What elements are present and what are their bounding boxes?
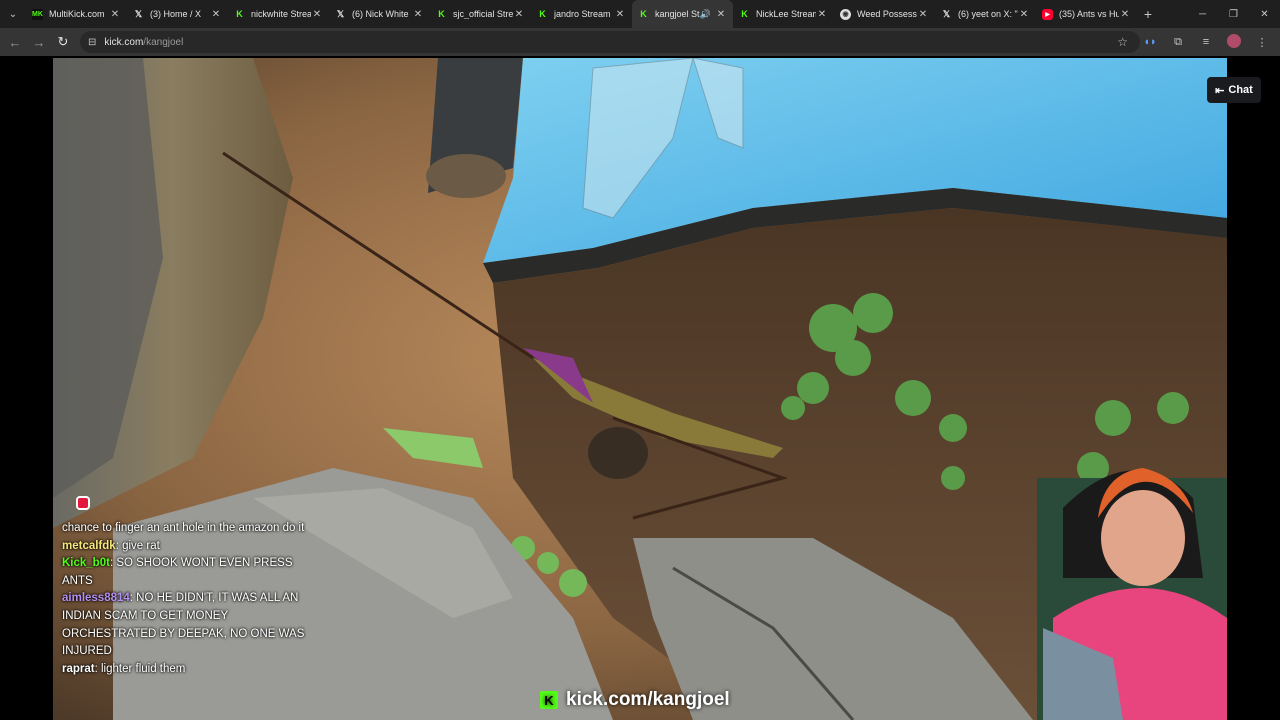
tab-audio-icon[interactable]: 🔊 [700, 9, 711, 20]
browser-tab[interactable]: Ksjc_official Stre ✕ [430, 0, 531, 28]
address-bar[interactable]: ⊟ kick.com /kangjoel ☆ [80, 31, 1140, 53]
chat-username[interactable]: aimless8814 [62, 592, 130, 604]
browser-tab-strip: ⌄ MK MultiKick.com ✕ 𝕏 (3) Home / X ✕ Knickwhi… [0, 0, 1280, 28]
chat-message: aimless8814: NO HE DIDN'T, IT WAS ALL AN… [62, 590, 310, 660]
kick-favicon-icon: K [640, 9, 647, 19]
chat-message: Kick_b0t: SO SHOOK WONT EVEN PRESS ANTS [62, 555, 310, 590]
tab-title: Weed Possessi [857, 9, 917, 19]
chat-username[interactable]: raprat [62, 663, 95, 675]
tab-close-button[interactable]: ✕ [109, 9, 121, 20]
browser-tab[interactable]: K NickLee Stream ✕ [733, 0, 834, 28]
chat-toggle-label: Chat [1228, 84, 1253, 96]
mk-favicon-icon: MK [32, 8, 43, 20]
tab-title: (3) Home / X [150, 9, 202, 19]
kick-favicon-icon: K [438, 9, 445, 19]
tab-title: (6) Nick White [352, 9, 409, 19]
browser-toolbar: ← → ↻ ⊟ kick.com /kangjoel ☆ ◖◗ ⧉ ≡ ⋮ [0, 28, 1280, 56]
new-tab-button[interactable]: + [1137, 6, 1159, 22]
x-favicon-icon: 𝕏 [336, 8, 345, 19]
tab-close-button[interactable]: ✕ [816, 9, 828, 20]
chat-text: : lighter fluid them [94, 662, 186, 675]
forward-button[interactable]: → [27, 30, 51, 54]
chat-text: chance to finger an ant hole in the amaz… [62, 522, 305, 534]
browser-tab[interactable]: 𝕏 (3) Home / X ✕ [127, 0, 228, 28]
back-button[interactable]: ← [3, 30, 27, 54]
close-window-button[interactable]: ✕ [1249, 0, 1280, 28]
extension-icon[interactable]: ◖◗ [1136, 36, 1164, 48]
tab-close-button[interactable]: ✕ [1018, 9, 1030, 20]
chat-overlay: chance to finger an ant hole in the amaz… [62, 496, 310, 678]
browser-tab[interactable]: Knickwhite Strea ✕ [228, 0, 329, 28]
kick-logo-icon: K [540, 691, 558, 709]
tab-close-button[interactable]: ✕ [412, 9, 424, 20]
stream-watermark: K kick.com/kangjoel [540, 688, 730, 712]
browser-tab[interactable]: 𝕏 (6) yeet on X: " ✕ [935, 0, 1036, 28]
tab-close-button[interactable]: ✕ [715, 9, 727, 20]
tab-close-button[interactable]: ✕ [614, 9, 626, 20]
reload-button[interactable]: ↻ [51, 30, 75, 54]
tab-title: MultiKick.com [49, 9, 105, 19]
tab-title: kangjoel St [655, 9, 700, 19]
tab-title: jandro Stream [554, 9, 611, 19]
chat-username[interactable]: metcalfdk [62, 540, 116, 552]
tab-close-button[interactable]: ✕ [210, 9, 222, 20]
minimize-button[interactable]: ─ [1187, 0, 1218, 28]
window-controls: ─ ❐ ✕ [1187, 0, 1280, 28]
chat-username[interactable]: Kick_b0t [62, 557, 110, 569]
toolbar-actions: ◖◗ ⧉ ≡ ⋮ [1136, 28, 1276, 56]
tab-title: (6) yeet on X: " [958, 9, 1018, 19]
tab-list: MK MultiKick.com ✕ 𝕏 (3) Home / X ✕ Knickwhite… [26, 0, 1137, 28]
kick-favicon-icon: K [236, 9, 243, 19]
site-info-icon[interactable]: ⊟ [88, 37, 96, 48]
browser-tab[interactable]: ▶ (35) Ants vs Hu ✕ [1036, 0, 1137, 28]
tab-close-button[interactable]: ✕ [311, 9, 323, 20]
chat-message: chance to finger an ant hole in the amaz… [62, 520, 310, 538]
chat-collapse-icon: ⇤ [1215, 84, 1225, 97]
tab-title: NickLee Stream [756, 9, 816, 19]
tab-title: nickwhite Strea [251, 9, 311, 19]
chat-toggle-button[interactable]: ⇤ Chat [1207, 77, 1261, 103]
watermark-text: kick.com/kangjoel [566, 689, 730, 710]
chat-message: raprat: lighter fluid them [62, 661, 310, 679]
emote-icon [76, 496, 90, 510]
browser-tab[interactable]: Kkangjoel St 🔊 ✕ [632, 0, 733, 28]
url-path: /kangjoel [143, 36, 184, 48]
tab-title: (35) Ants vs Hu [1059, 9, 1119, 19]
tab-close-button[interactable]: ✕ [917, 9, 929, 20]
chat-message-list: chance to finger an ant hole in the amaz… [62, 520, 310, 678]
extensions-puzzle-icon[interactable]: ⧉ [1164, 36, 1192, 49]
kick-favicon-icon: K [539, 9, 546, 19]
browser-tab[interactable]: Kjandro Stream ✕ [531, 0, 632, 28]
chat-text: : give rat [115, 539, 160, 552]
tab-close-button[interactable]: ✕ [513, 9, 525, 20]
yt-favicon-icon: ▶ [1042, 8, 1053, 20]
profile-avatar[interactable] [1220, 33, 1248, 51]
tab-close-button[interactable]: ✕ [1119, 9, 1131, 20]
x-favicon-icon: 𝕏 [942, 8, 951, 19]
tab-title: sjc_official Stre [453, 9, 513, 19]
x-favicon-icon: 𝕏 [134, 8, 143, 19]
chat-message: metcalfdk: give rat [62, 538, 310, 556]
bookmark-star-icon[interactable]: ☆ [1117, 35, 1128, 49]
menu-kebab-icon[interactable]: ⋮ [1248, 36, 1276, 49]
browser-tab[interactable]: MK MultiKick.com ✕ [26, 0, 127, 28]
browser-tab[interactable]: ◉ Weed Possessi ✕ [834, 0, 935, 28]
browser-tab[interactable]: 𝕏 (6) Nick White ✕ [329, 0, 430, 28]
weed-favicon-icon: ◉ [840, 8, 851, 20]
media-controls-icon[interactable]: ≡ [1192, 36, 1220, 48]
url-host: kick.com [104, 36, 144, 48]
page-viewport: ⇤ Chat chance to finger an ant hole in t… [0, 56, 1280, 720]
kick-favicon-icon: K [741, 9, 748, 19]
tab-search-button[interactable]: ⌄ [0, 0, 26, 28]
restore-button[interactable]: ❐ [1218, 0, 1249, 28]
